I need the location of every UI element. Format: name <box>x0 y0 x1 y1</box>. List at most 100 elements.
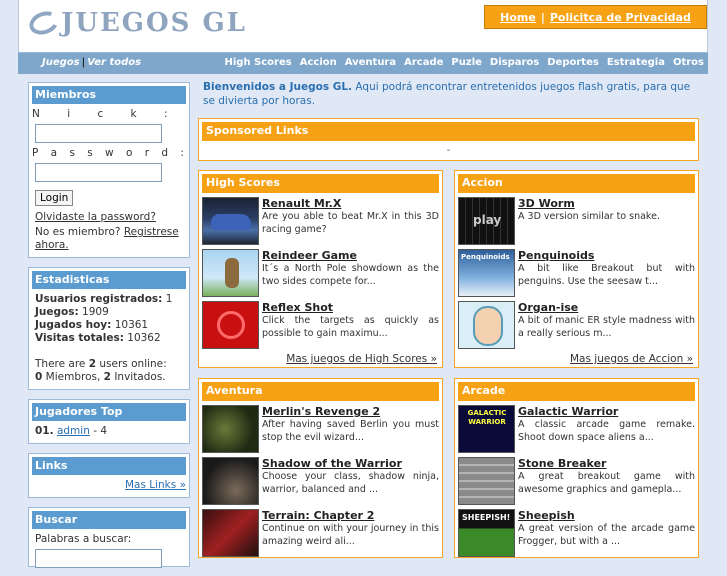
password-label: P a s s w o r d : <box>32 147 184 159</box>
section-aventura: Aventura Merlin's Revenge 2 After having … <box>198 378 443 558</box>
search-input[interactable] <box>35 549 162 568</box>
nick-label: N i c k : <box>32 108 168 120</box>
nav-otros[interactable]: Otros <box>673 57 704 68</box>
game-thumbnail[interactable]: play <box>458 197 515 245</box>
nav-puzle[interactable]: Puzle <box>451 57 481 68</box>
nav-bar: Juegos | Ver todos High Scores Accion Aven… <box>18 52 708 74</box>
game-item[interactable]: Shadow of the Warrior Choose your class, … <box>202 457 439 505</box>
game-thumbnail[interactable]: GALACTIC WARRIOR <box>458 405 515 453</box>
game-title[interactable]: Merlin's Revenge 2 <box>262 405 439 418</box>
game-title[interactable]: Shadow of the Warrior <box>262 457 439 470</box>
main-content: Bienvenidos a Juegos GL. Aqui podrá enco… <box>198 80 699 558</box>
game-item[interactable]: Organ-ise A bit of manic ER style madness… <box>458 301 695 349</box>
members-box: Miembros N i c k : P a s s w o r d : Log… <box>28 82 190 258</box>
more-games-link[interactable]: Mas juegos de Accion » <box>458 353 695 365</box>
game-item[interactable]: Reflex Shot Click the targets as quickly … <box>202 301 439 349</box>
nav-estrategia[interactable]: Estrategia <box>607 57 665 68</box>
game-thumbnail[interactable]: Penquinoids <box>458 249 515 297</box>
game-title[interactable]: Stone Breaker <box>518 457 695 470</box>
game-item[interactable]: Merlin's Revenge 2 After having saved Ber… <box>202 405 439 453</box>
nav-accion[interactable]: Accion <box>300 57 337 68</box>
stats-title: Estadisticas <box>32 271 186 289</box>
nav-high-scores[interactable]: High Scores <box>224 57 291 68</box>
game-item[interactable]: play 3D Worm A 3D version similar to snak… <box>458 197 695 245</box>
nav-deportes[interactable]: Deportes <box>547 57 599 68</box>
game-thumbnail[interactable] <box>202 301 259 349</box>
nav-ver-todos[interactable]: Ver todos <box>87 57 141 68</box>
section-high-scores: High Scores Renault Mr.X Are you able to … <box>198 170 443 368</box>
game-title[interactable]: Reflex Shot <box>262 301 439 314</box>
game-item[interactable]: Stone Breaker A great breakout game with … <box>458 457 695 505</box>
game-item[interactable]: SHEEPISH! Sheepish A great version of the… <box>458 509 695 557</box>
sponsored-links: Sponsored Links - <box>198 118 699 161</box>
stat-row: Visitas totales: 10362 <box>35 332 161 344</box>
top-player-row: 01. admin - 4 <box>35 425 108 437</box>
nav-arcade[interactable]: Arcade <box>404 57 443 68</box>
top-players-title: Jugadores Top <box>32 403 186 421</box>
game-item[interactable]: Terrain: Chapter 2 Continue on with your … <box>202 509 439 557</box>
privacy-link[interactable]: Policitca de Privacidad <box>550 11 691 24</box>
game-item[interactable]: Renault Mr.X Are you able to beat Mr.X in… <box>202 197 439 245</box>
game-title[interactable]: Sheepish <box>518 509 695 522</box>
nav-left: Juegos | Ver todos <box>42 57 142 68</box>
header: JUEGOS GL Home | Policitca de Privacidad <box>18 0 708 52</box>
game-title[interactable]: 3D Worm <box>518 197 695 210</box>
nav-aventura[interactable]: Aventura <box>345 57 396 68</box>
top-links: Home | Policitca de Privacidad <box>484 5 707 29</box>
section-accion: Accion play 3D Worm A 3D version similar … <box>454 170 699 368</box>
nav-categories: High Scores Accion Aventura Arcade Puzle… <box>224 57 704 68</box>
section-arcade: Arcade GALACTIC WARRIOR Galactic Warrior… <box>454 378 699 558</box>
login-button[interactable]: Login <box>35 190 74 206</box>
game-title[interactable]: Galactic Warrior <box>518 405 695 418</box>
game-thumbnail[interactable] <box>458 457 515 505</box>
links-box: Links Mas Links » <box>28 453 190 498</box>
logo-swoosh-icon <box>26 7 62 39</box>
section-title: Accion <box>458 174 695 193</box>
game-thumbnail[interactable] <box>202 197 259 245</box>
player-link[interactable]: admin <box>57 425 90 437</box>
password-input[interactable] <box>35 163 162 182</box>
stats-box: Estadisticas Usuarios registrados: 1 Jue… <box>28 267 190 390</box>
members-title: Miembros <box>32 86 186 104</box>
more-games-link[interactable]: Mas juegos de High Scores » <box>202 353 439 365</box>
top-players-box: Jugadores Top 01. admin - 4 <box>28 399 190 444</box>
online-breakdown: 0 Miembros, 2 Invitados. <box>35 371 166 383</box>
game-title[interactable]: Organ-ise <box>518 301 695 314</box>
game-item[interactable]: GALACTIC WARRIOR Galactic Warrior A class… <box>458 405 695 453</box>
register-line: No es miembro? Registrese ahora. <box>35 226 179 251</box>
sidebar: Miembros N i c k : P a s s w o r d : Log… <box>28 82 190 576</box>
nav-disparos[interactable]: Disparos <box>490 57 539 68</box>
search-label: Palabras a buscar: <box>35 533 132 545</box>
stat-row: Juegos: 1909 <box>35 306 109 318</box>
search-title: Buscar <box>32 511 186 529</box>
game-thumbnail[interactable] <box>202 405 259 453</box>
game-thumbnail[interactable] <box>202 457 259 505</box>
game-title[interactable]: Reindeer Game <box>262 249 439 262</box>
site-logo[interactable]: JUEGOS GL <box>26 6 247 40</box>
section-title: High Scores <box>202 174 439 193</box>
game-thumbnail[interactable] <box>202 249 259 297</box>
game-title[interactable]: Renault Mr.X <box>262 197 439 210</box>
game-thumbnail[interactable]: SHEEPISH! <box>458 509 515 557</box>
section-title: Arcade <box>458 382 695 401</box>
stat-row: Jugados hoy: 10361 <box>35 319 149 331</box>
section-title: Aventura <box>202 382 439 401</box>
home-link[interactable]: Home <box>500 11 536 24</box>
game-thumbnail[interactable] <box>458 301 515 349</box>
stats-list: Usuarios registrados: 1 Juegos: 1909 Jug… <box>35 293 186 384</box>
game-item[interactable]: Reindeer Game It´s a North Pole showdown … <box>202 249 439 297</box>
stat-row: Usuarios registrados: 1 <box>35 293 173 305</box>
game-item[interactable]: Penquinoids Penquinoids A bit like Breako… <box>458 249 695 297</box>
game-thumbnail[interactable] <box>202 509 259 557</box>
more-links[interactable]: Mas Links » <box>32 479 186 492</box>
nick-input[interactable] <box>35 124 162 143</box>
welcome-text: Bienvenidos a Juegos GL. Aqui podrá enco… <box>203 81 691 107</box>
forgot-password-link[interactable]: Olvidaste la password? <box>35 211 186 224</box>
search-box: Buscar Palabras a buscar: <box>28 507 190 568</box>
game-title[interactable]: Terrain: Chapter 2 <box>262 509 439 522</box>
sponsored-title: Sponsored Links <box>202 122 695 141</box>
online-text: There are 2 users online: <box>35 358 167 370</box>
nav-juegos[interactable]: Juegos <box>42 57 80 68</box>
game-title[interactable]: Penquinoids <box>518 249 695 262</box>
links-title: Links <box>32 457 186 475</box>
